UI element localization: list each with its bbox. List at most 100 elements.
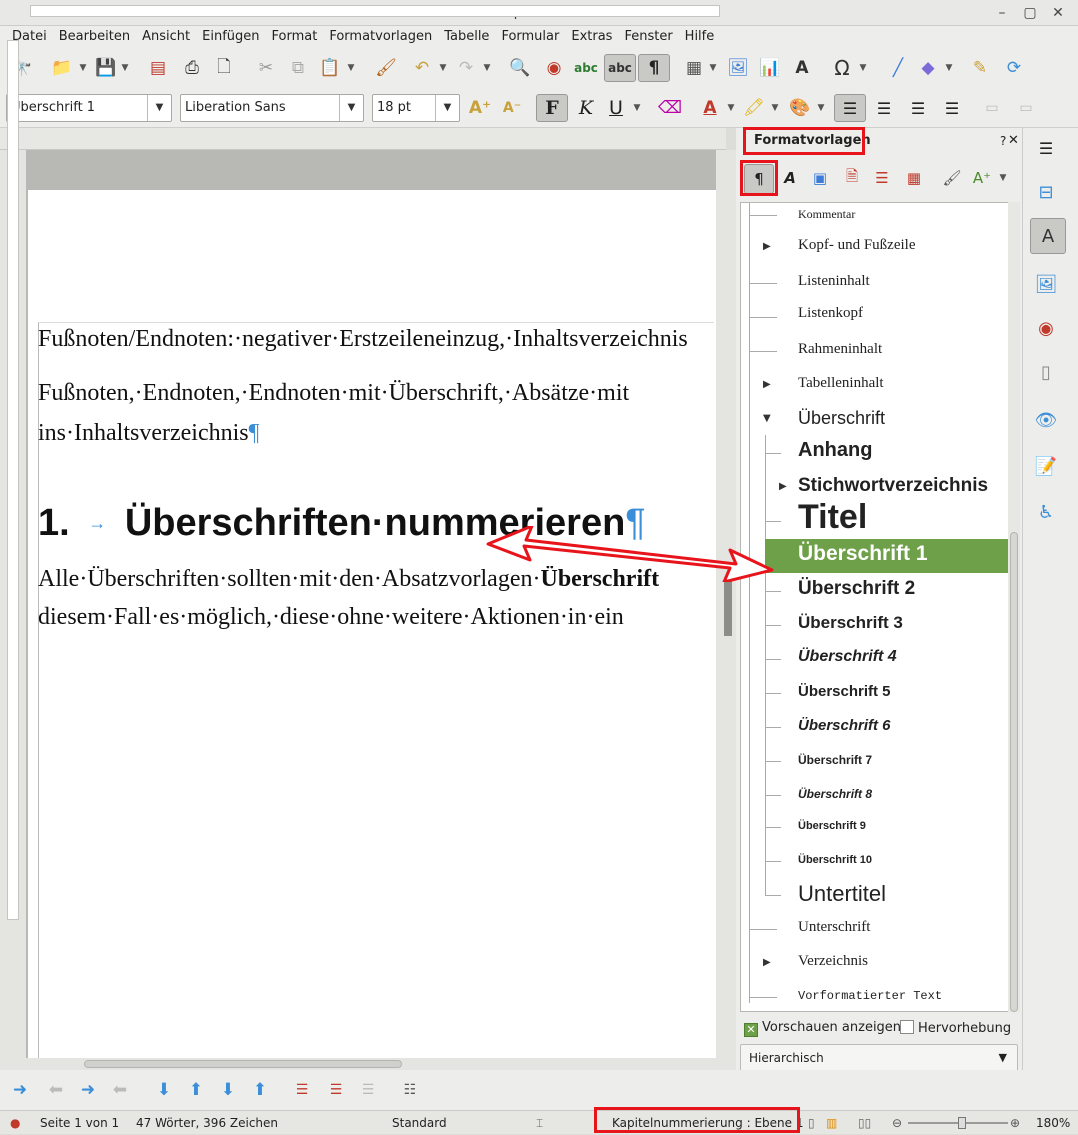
restart-numbering-icon[interactable]: ☰ xyxy=(354,1076,382,1104)
insert-image-icon[interactable]: 🖼 xyxy=(724,54,752,82)
single-page-view-icon[interactable]: ▯ xyxy=(808,1111,815,1135)
word-count[interactable]: 47 Wörter, 396 Zeichen xyxy=(136,1111,278,1135)
properties-deck-icon[interactable]: ⊟ xyxy=(1030,176,1062,208)
style-item-ueberschrift-10[interactable]: Überschrift 10 xyxy=(798,854,872,866)
print-preview-icon[interactable]: 🗋 xyxy=(210,54,238,82)
zoom-slider-thumb[interactable] xyxy=(958,1117,966,1129)
insert-line-icon[interactable]: ╱ xyxy=(884,54,912,82)
save-dropdown-icon[interactable]: ▼ xyxy=(120,54,130,82)
styles-deck-icon[interactable]: A xyxy=(1030,218,1066,254)
style-item-ueberschrift-2[interactable]: Überschrift 2 xyxy=(798,578,915,600)
page-styles-icon[interactable]: 🗎 xyxy=(838,164,866,192)
new-style-icon[interactable]: A⁺ xyxy=(968,164,996,192)
navigator-deck-icon[interactable]: ◉ xyxy=(1030,312,1062,344)
help-icon[interactable]: ? xyxy=(1000,134,1006,148)
style-actions-dropdown-icon[interactable]: ▼ xyxy=(998,164,1008,192)
maximize-button[interactable]: ▢ xyxy=(1020,3,1040,23)
paragraph-style-combo[interactable]: Überschrift 1 ▼ xyxy=(6,94,172,122)
collapse-arrow-icon[interactable]: ▼ xyxy=(763,413,771,424)
background-dropdown-icon[interactable]: ▼ xyxy=(816,94,826,122)
style-item-ueberschrift[interactable]: Überschrift xyxy=(798,408,885,429)
menu-fenster[interactable]: Fenster xyxy=(618,26,678,48)
expand-arrow-icon[interactable]: ▶ xyxy=(779,481,787,492)
close-window-button[interactable]: ✕ xyxy=(1048,3,1068,23)
sidebar-menu-icon[interactable]: ☰ xyxy=(1030,132,1062,164)
fill-format-mode-icon[interactable]: 🖌 xyxy=(938,164,966,192)
style-item-verzeichnis[interactable]: Verzeichnis xyxy=(798,953,868,970)
insert-unnumbered-entry-icon[interactable]: ☰ xyxy=(288,1076,316,1104)
find-replace-magnifier-icon[interactable]: 🔍 xyxy=(506,54,534,82)
align-left-icon[interactable]: ☰ xyxy=(834,94,866,122)
style-item-unterschrift[interactable]: Unterschrift xyxy=(798,919,870,936)
style-item-titel[interactable]: Titel xyxy=(798,498,867,537)
increase-font-icon[interactable]: A⁺ xyxy=(466,94,494,122)
expand-arrow-icon[interactable]: ▶ xyxy=(763,379,771,390)
update-icon[interactable]: ⟳ xyxy=(1000,54,1028,82)
special-char-dropdown-icon[interactable]: ▼ xyxy=(858,54,868,82)
menu-bearbeiten[interactable]: Bearbeiten xyxy=(53,26,136,48)
highlight-option[interactable]: Hervorhebung xyxy=(900,1020,1011,1036)
character-styles-icon[interactable]: A xyxy=(776,164,804,192)
navigator-icon[interactable]: ◉ xyxy=(540,54,568,82)
book-view-icon[interactable]: ▯▯ xyxy=(858,1111,871,1135)
list-numbers-icon[interactable]: ▭ xyxy=(1012,94,1040,122)
cut-icon[interactable]: ✂ xyxy=(252,54,280,82)
menu-einfuegen[interactable]: Einfügen xyxy=(196,26,265,48)
character-background-icon[interactable]: 🎨 xyxy=(786,94,814,122)
style-item-ueberschrift-3[interactable]: Überschrift 3 xyxy=(798,613,903,633)
show-previews-option[interactable]: ✕ Vorschauen anzeigen xyxy=(744,1020,901,1037)
menu-extras[interactable]: Extras xyxy=(565,26,618,48)
style-item-ueberschrift-6[interactable]: Überschrift 6 xyxy=(798,717,891,734)
copy-icon[interactable]: ⧉ xyxy=(284,54,312,82)
style-item-listenkopf[interactable]: Listenkopf xyxy=(798,305,863,322)
open-folder-icon[interactable]: 📁 xyxy=(48,54,76,82)
style-item-ueberschrift-9[interactable]: Überschrift 9 xyxy=(798,820,866,832)
table-dropdown-icon[interactable]: ▼ xyxy=(708,54,718,82)
chevron-down-icon[interactable]: ▼ xyxy=(147,95,171,121)
expand-arrow-icon[interactable]: ▶ xyxy=(763,241,771,252)
style-item-ueberschrift-5[interactable]: Überschrift 5 xyxy=(798,683,891,700)
page-style[interactable]: Standard xyxy=(392,1111,447,1135)
font-color-dropdown-icon[interactable]: ▼ xyxy=(726,94,736,122)
list-bullets-icon[interactable]: ▭ xyxy=(978,94,1006,122)
style-item-vorformatierter-text[interactable]: Vorformatierter Text xyxy=(798,989,942,1003)
paste-dropdown-icon[interactable]: ▼ xyxy=(346,54,356,82)
page-deck-icon[interactable]: ▯ xyxy=(1030,356,1062,388)
menu-formatvorlagen[interactable]: Formatvorlagen xyxy=(323,26,438,48)
style-item-anhang[interactable]: Anhang xyxy=(798,439,872,462)
font-size-combo[interactable]: 18 pt ▼ xyxy=(372,94,460,122)
redo-icon[interactable]: ↷ xyxy=(452,54,480,82)
italic-button[interactable]: K xyxy=(572,94,600,122)
formatting-marks-icon[interactable]: ¶ xyxy=(638,54,670,82)
zoom-level[interactable]: 180% xyxy=(1036,1111,1070,1135)
style-inspector-deck-icon[interactable]: 👁 xyxy=(1030,404,1062,436)
style-item-rahmeninhalt[interactable]: Rahmeninhalt xyxy=(798,341,882,358)
style-item-tabelleninhalt[interactable]: Tabelleninhalt xyxy=(798,375,884,392)
bold-button[interactable]: F xyxy=(536,94,568,122)
frame-styles-icon[interactable]: ▣ xyxy=(806,164,834,192)
paste-icon[interactable]: 📋 xyxy=(316,54,344,82)
move-up-icon[interactable]: ⬆ xyxy=(182,1076,210,1104)
print-icon[interactable]: ⎙ xyxy=(178,54,206,82)
insert-table-icon[interactable]: ▦ xyxy=(680,54,708,82)
move-down-icon[interactable]: ⬇ xyxy=(150,1076,178,1104)
style-item-ueberschrift-1[interactable]: Überschrift 1 xyxy=(798,542,928,566)
zoom-out-icon[interactable]: ⊖ xyxy=(892,1111,902,1135)
draw-functions-icon[interactable]: ✎ xyxy=(966,54,994,82)
doc-paragraph-2-cont[interactable]: ins·Inhaltsverzeichnis¶ xyxy=(38,420,714,447)
style-filter-select[interactable]: Hierarchisch ▼ xyxy=(740,1044,1018,1072)
export-pdf-icon[interactable]: ▤ xyxy=(144,54,172,82)
redo-dropdown-icon[interactable]: ▼ xyxy=(482,54,492,82)
style-item-kopf-fusszeile[interactable]: Kopf- und Fußzeile xyxy=(798,237,915,254)
highlight-color-icon[interactable]: 🖍 xyxy=(740,94,768,122)
gallery-deck-icon[interactable]: 🖼 xyxy=(1030,268,1062,300)
menu-format[interactable]: Format xyxy=(266,26,324,48)
chevron-down-icon[interactable]: ▼ xyxy=(339,95,363,121)
justify-icon[interactable]: ☰ xyxy=(938,94,966,122)
style-item-untertitel[interactable]: Untertitel xyxy=(798,881,886,907)
special-character-icon[interactable]: Ω xyxy=(828,54,856,82)
shapes-dropdown-icon[interactable]: ▼ xyxy=(944,54,954,82)
style-item-ueberschrift-7[interactable]: Überschrift 7 xyxy=(798,753,872,767)
minimize-button[interactable]: – xyxy=(992,3,1012,23)
accessibility-deck-icon[interactable]: ♿ xyxy=(1030,496,1062,528)
